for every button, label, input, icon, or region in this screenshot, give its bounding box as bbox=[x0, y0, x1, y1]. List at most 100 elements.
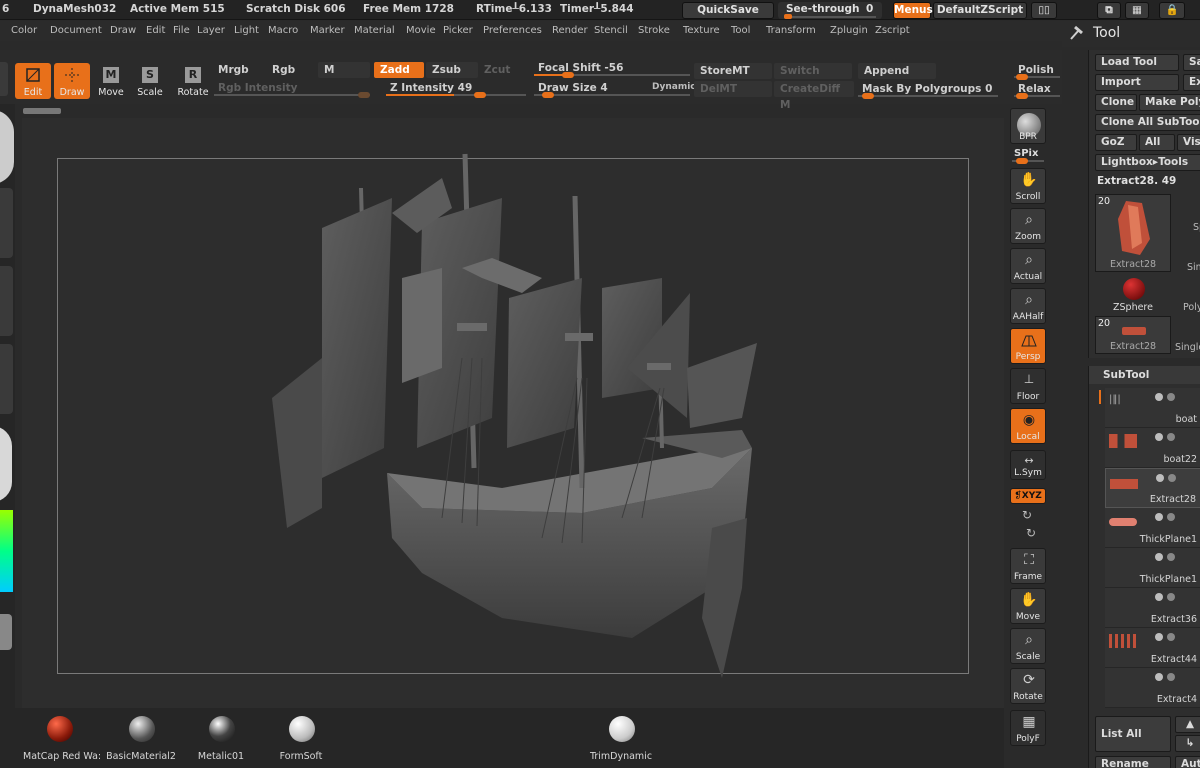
subtool-poly-icon[interactable] bbox=[1167, 633, 1175, 641]
tool-thumb-extract28[interactable]: 20 Extract28 bbox=[1095, 194, 1171, 272]
menu-draw[interactable]: Draw bbox=[110, 25, 136, 36]
subtool-scroll-indicator[interactable] bbox=[1099, 390, 1101, 404]
brush-sphere-icon[interactable] bbox=[0, 110, 14, 184]
subtool-visible-icon[interactable] bbox=[1155, 513, 1163, 521]
menu-zplugin[interactable]: Zplugin bbox=[830, 25, 868, 36]
subtool-visible-icon[interactable] bbox=[1155, 433, 1163, 441]
actual-button[interactable]: ⌕ Actual bbox=[1010, 248, 1046, 284]
subtool-header[interactable]: SubTool bbox=[1089, 366, 1200, 384]
menu-light[interactable]: Light bbox=[234, 25, 259, 36]
zadd-button[interactable]: Zadd bbox=[374, 62, 424, 78]
menu-macro[interactable]: Macro bbox=[268, 25, 298, 36]
menu-edit[interactable]: Edit bbox=[146, 25, 165, 36]
window-restore-icon[interactable]: ⧉ bbox=[1097, 2, 1121, 19]
subtool-visible-icon[interactable] bbox=[1155, 673, 1163, 681]
subtool-row[interactable]: |‖| boat bbox=[1105, 388, 1200, 428]
mrgb-button[interactable]: Mrgb bbox=[212, 62, 264, 78]
subtool-visible-icon[interactable] bbox=[1155, 553, 1163, 561]
xyz-button[interactable]: ❡XYZ bbox=[1010, 488, 1046, 504]
subtool-row[interactable]: Extract28 bbox=[1105, 468, 1200, 508]
goz-all-button[interactable]: All bbox=[1139, 134, 1175, 151]
menu-color[interactable]: Color bbox=[11, 25, 37, 36]
make-polymesh-button[interactable]: Make PolyM bbox=[1139, 94, 1200, 111]
alpha-slot[interactable] bbox=[0, 266, 13, 336]
save-tool-button[interactable]: Save bbox=[1183, 54, 1200, 71]
document-scroll-handle[interactable] bbox=[23, 108, 61, 114]
rotate-button[interactable]: R Rotate bbox=[175, 63, 211, 99]
frame-button[interactable]: ⛶ Frame bbox=[1010, 548, 1046, 584]
subtool-row[interactable]: ThickPlane1 bbox=[1105, 508, 1200, 548]
subtool-row[interactable]: Extract4 bbox=[1105, 668, 1200, 708]
subtool-visible-icon[interactable] bbox=[1155, 593, 1163, 601]
material-sphere-icon[interactable] bbox=[0, 426, 12, 502]
move-view-button[interactable]: ✋ Move bbox=[1010, 588, 1046, 624]
scroll-button[interactable]: ✋ Scroll bbox=[1010, 168, 1046, 204]
tool-thumb-extract28-small[interactable]: 20 Extract28 bbox=[1095, 316, 1171, 354]
menu-layer[interactable]: Layer bbox=[197, 25, 225, 36]
clone-all-subtools-button[interactable]: Clone All SubTools bbox=[1095, 114, 1200, 131]
subtool-row[interactable]: ThickPlane1 bbox=[1105, 548, 1200, 588]
load-tool-button[interactable]: Load Tool bbox=[1095, 54, 1179, 71]
menu-material[interactable]: Material bbox=[354, 25, 395, 36]
material-basic[interactable]: BasicMaterial2 bbox=[105, 714, 177, 762]
subtool-row[interactable]: Extract36 bbox=[1105, 588, 1200, 628]
menu-document[interactable]: Document bbox=[50, 25, 102, 36]
zoom-button[interactable]: ⌕ Zoom bbox=[1010, 208, 1046, 244]
scale-button[interactable]: S Scale bbox=[132, 63, 168, 99]
zcut-button[interactable]: Zcut bbox=[478, 62, 528, 78]
creatediff-button[interactable]: CreateDiff M bbox=[774, 81, 854, 111]
lightbox-tools-button[interactable]: Lightbox▸Tools bbox=[1095, 154, 1200, 171]
canvas-viewport[interactable] bbox=[22, 118, 1004, 708]
quicksave-button[interactable]: QuickSave bbox=[682, 2, 774, 19]
rotate-view-button[interactable]: ⟳ Rotate bbox=[1010, 668, 1046, 704]
script-button[interactable]: DefaultZScript bbox=[933, 2, 1027, 19]
ship-model[interactable] bbox=[22, 118, 1004, 708]
color-picker[interactable] bbox=[0, 510, 13, 592]
polyf-button[interactable]: ▦ PolyF bbox=[1010, 710, 1046, 746]
subtool-poly-icon[interactable] bbox=[1168, 474, 1176, 482]
seethrough-slider[interactable]: See-through 0 bbox=[778, 2, 882, 19]
delmt-button[interactable]: DelMT bbox=[694, 81, 772, 97]
storemt-button[interactable]: StoreMT bbox=[694, 63, 772, 79]
tool-thumb-zsphere[interactable]: ZSphere bbox=[1095, 274, 1171, 314]
menus-button[interactable]: Menus bbox=[893, 2, 933, 19]
menu-picker[interactable]: Picker bbox=[443, 25, 473, 36]
rotate-z-icon[interactable]: ↻ bbox=[1026, 526, 1036, 540]
local-button[interactable]: ◉ Local bbox=[1010, 408, 1046, 444]
aahalf-button[interactable]: ⌕ AAHalf bbox=[1010, 288, 1046, 324]
subtool-poly-icon[interactable] bbox=[1167, 513, 1175, 521]
menu-transform[interactable]: Transform bbox=[766, 25, 816, 36]
material-metalic[interactable]: Metalic01 bbox=[185, 714, 257, 762]
lock-icon[interactable]: 🔒 bbox=[1159, 2, 1185, 19]
goz-visible-button[interactable]: Visib bbox=[1177, 134, 1200, 151]
menu-file[interactable]: File bbox=[173, 25, 190, 36]
zsub-button[interactable]: Zsub bbox=[426, 62, 478, 78]
menu-texture[interactable]: Texture bbox=[683, 25, 720, 36]
menu-zscript[interactable]: Zscript bbox=[875, 25, 910, 36]
list-all-button[interactable]: List All bbox=[1095, 716, 1171, 752]
menu-stroke[interactable]: Stroke bbox=[638, 25, 670, 36]
subtool-row[interactable]: Extract44 bbox=[1105, 628, 1200, 668]
rgb-button[interactable]: Rgb bbox=[266, 62, 318, 78]
subtool-visible-icon[interactable] bbox=[1155, 393, 1163, 401]
move-button[interactable]: M Move bbox=[93, 63, 129, 99]
lsym-button[interactable]: ↔ L.Sym bbox=[1010, 450, 1046, 480]
subtool-visible-icon[interactable] bbox=[1156, 474, 1164, 482]
menu-movie[interactable]: Movie bbox=[406, 25, 436, 36]
subtool-poly-icon[interactable] bbox=[1167, 553, 1175, 561]
export-button[interactable]: Expo bbox=[1183, 74, 1200, 91]
rotate-y-icon[interactable]: ↻ bbox=[1022, 508, 1032, 522]
append-button[interactable]: Append bbox=[858, 63, 936, 79]
main-color-swatch[interactable] bbox=[0, 614, 12, 650]
move-down-arrow-icon[interactable]: ↳ bbox=[1175, 735, 1200, 752]
menu-stencil[interactable]: Stencil bbox=[594, 25, 628, 36]
floor-button[interactable]: ⊥ Floor bbox=[1010, 368, 1046, 404]
move-up-arrow-icon[interactable]: ▲ bbox=[1175, 716, 1200, 733]
material-formsoft[interactable]: FormSoft bbox=[265, 714, 337, 762]
material-matcap-red[interactable]: MatCap Red Wa: bbox=[23, 714, 101, 762]
persp-button[interactable]: Persp bbox=[1010, 328, 1046, 364]
subtool-poly-icon[interactable] bbox=[1167, 433, 1175, 441]
menu-render[interactable]: Render bbox=[552, 25, 588, 36]
layout-icon[interactable]: ▯▯ bbox=[1031, 2, 1057, 19]
m-button[interactable]: M bbox=[318, 62, 370, 78]
